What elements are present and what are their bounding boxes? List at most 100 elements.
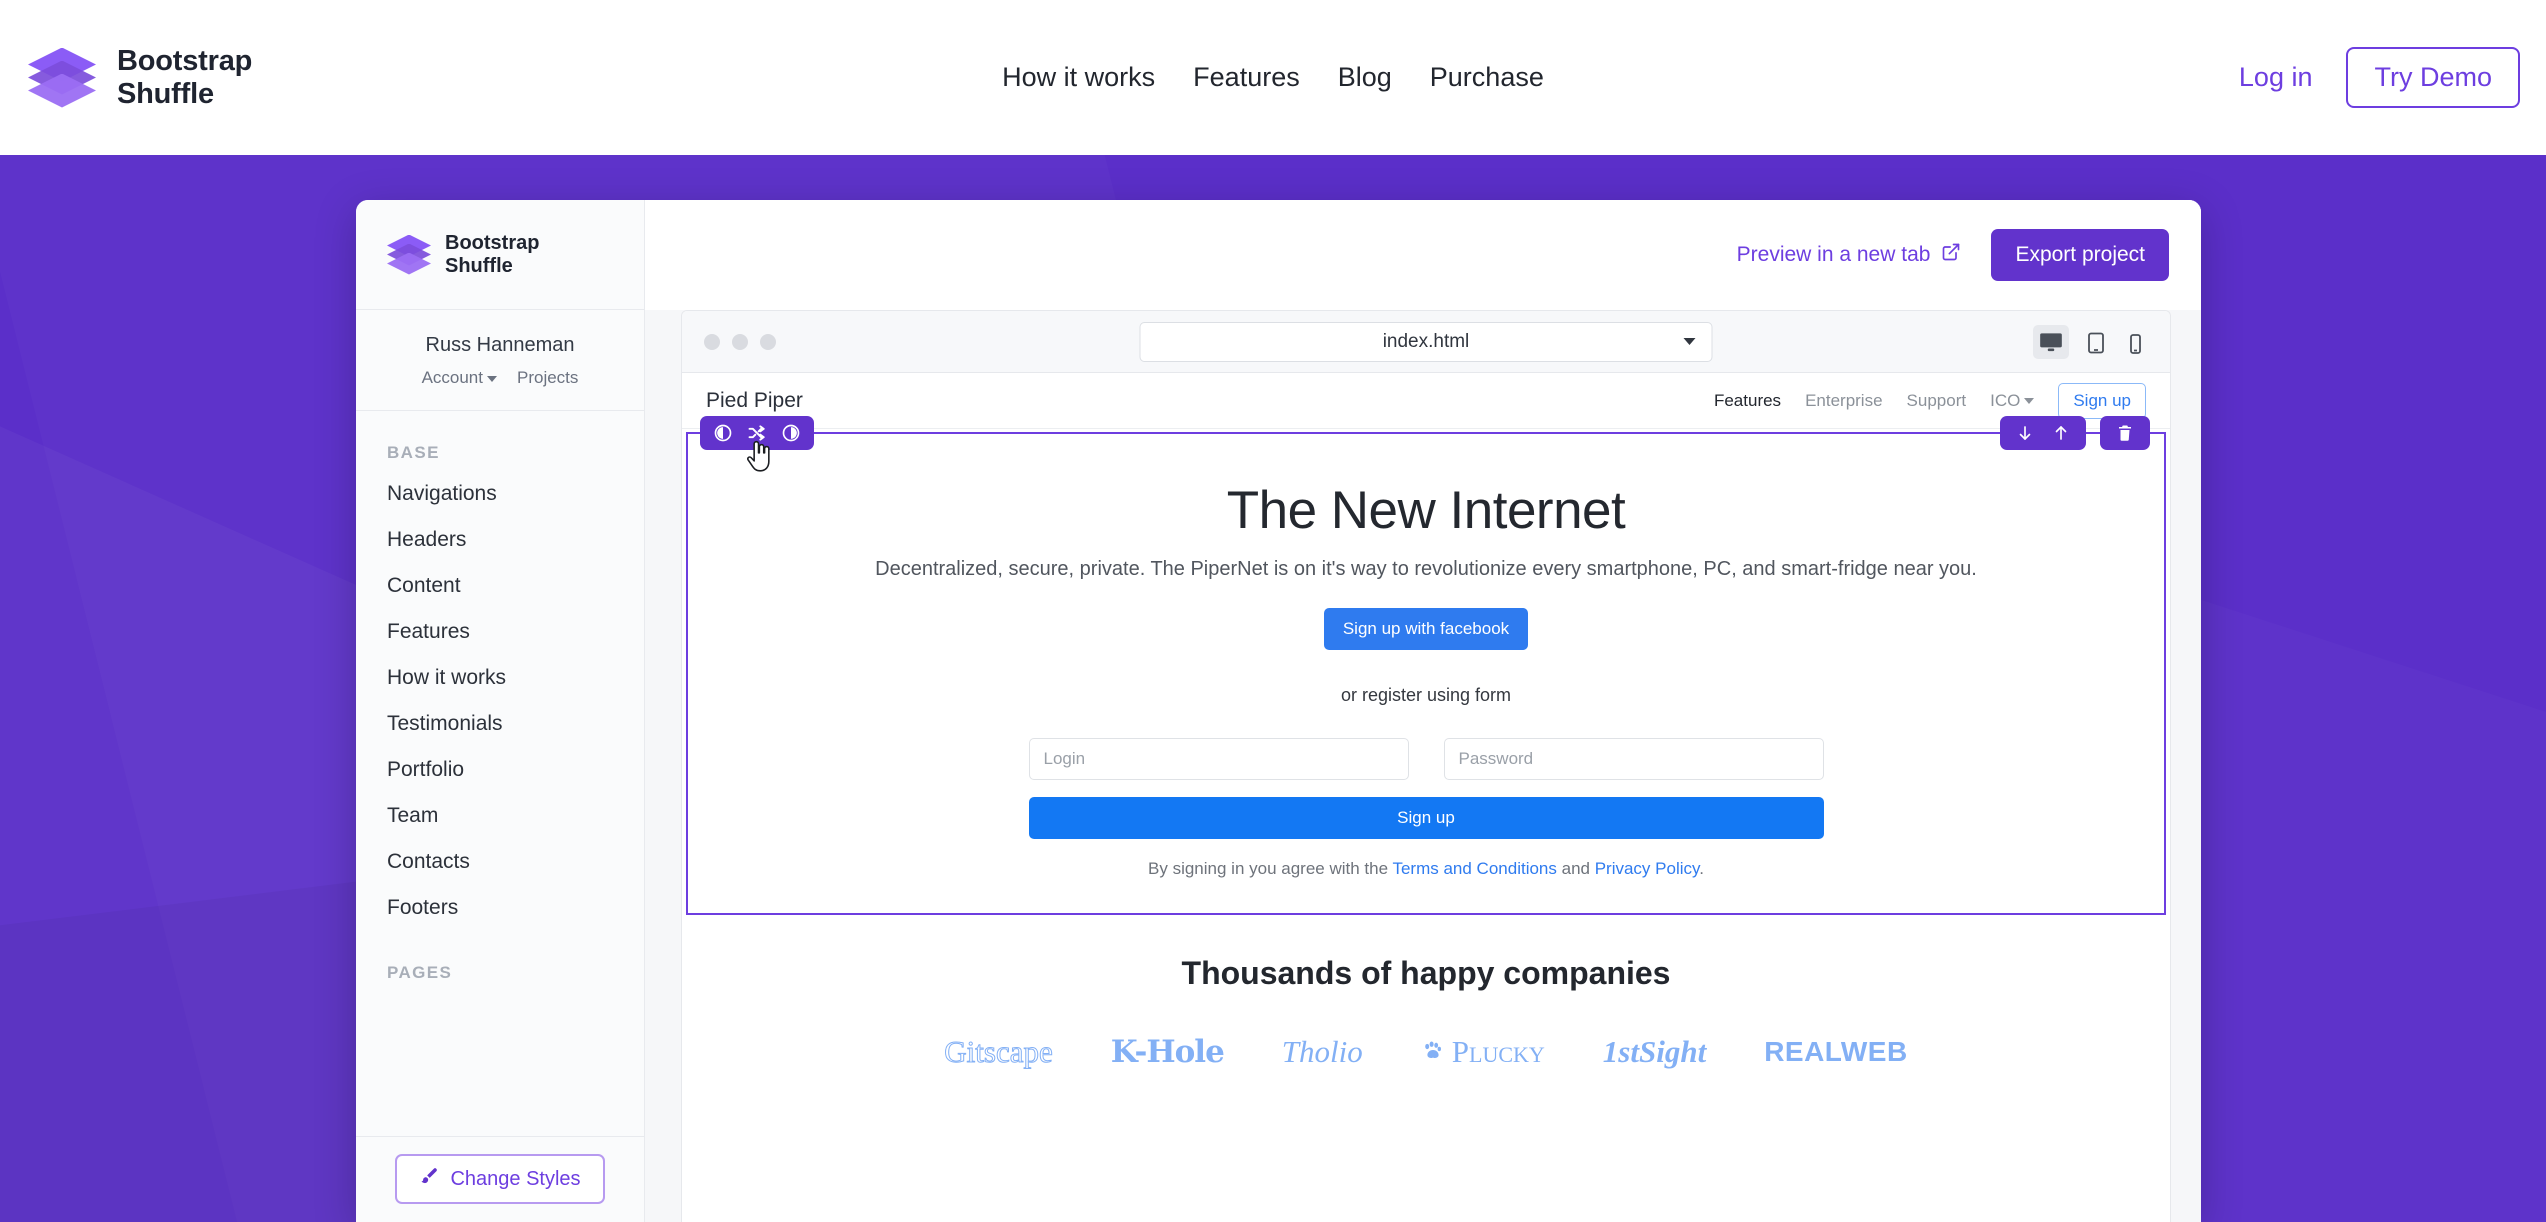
terms-prefix: By signing in you agree with the	[1148, 859, 1393, 878]
brand-line-2: Shuffle	[117, 77, 214, 110]
user-links: Account Projects	[356, 368, 644, 388]
export-project-button[interactable]: Export project	[1991, 229, 2169, 281]
file-name: index.html	[1382, 330, 1470, 352]
signup-form-fields	[688, 738, 2164, 780]
sidebar-item-contacts[interactable]: Contacts	[356, 839, 644, 885]
delete-button-group	[2100, 416, 2150, 450]
shuffle-icon[interactable]	[747, 423, 767, 443]
hero-block-selected[interactable]: The New Internet Decentralized, secure, …	[686, 416, 2166, 915]
refresh-circle-icon[interactable]	[781, 423, 801, 443]
sidebar-item-content[interactable]: Content	[356, 563, 644, 609]
device-mobile-button[interactable]	[2123, 329, 2148, 359]
company-logo-plucky-label: Plucky	[1451, 1034, 1545, 1069]
sidebar-item-footers[interactable]: Footers	[356, 885, 644, 931]
sidebar-section-base: BASE	[387, 443, 440, 462]
terms-suffix: .	[1699, 859, 1704, 878]
editor-canvas: index.html Pied Piper Features Enterpris…	[645, 310, 2201, 1222]
company-logo-tholio: Tholio	[1281, 1034, 1363, 1069]
file-select[interactable]: index.html	[1139, 321, 1713, 362]
password-input[interactable]	[1443, 738, 1824, 780]
nav-item-how-it-works[interactable]: How it works	[1002, 62, 1155, 93]
sidebar-item-team[interactable]: Team	[356, 793, 644, 839]
change-styles-button[interactable]: Change Styles	[395, 1154, 605, 1204]
site-brand[interactable]: Bootstrap Shuffle	[28, 44, 252, 112]
editor-area: Preview in a new tab Export project inde…	[645, 200, 2201, 1222]
preview-nav-links: Features Enterprise Support ICO Sign up	[1714, 382, 2146, 419]
login-link[interactable]: Log in	[2239, 62, 2313, 93]
purple-stage: Bootstrap Shuffle Russ Hanneman Account …	[0, 155, 2546, 1222]
hero-title: The New Internet	[1226, 481, 1626, 540]
preview-nav-ico[interactable]: ICO	[1990, 391, 2035, 411]
companies-section: Thousands of happy companies Gitscape K-…	[682, 915, 2170, 1070]
nav-item-blog[interactable]: Blog	[1338, 62, 1392, 93]
site-brand-text: Bootstrap Shuffle	[117, 45, 252, 110]
sidebar-brand-text: Bootstrap Shuffle	[445, 232, 539, 278]
terms-middle: and	[1556, 859, 1595, 878]
device-switcher	[2033, 324, 2148, 359]
header-actions: Log in Try Demo	[2239, 47, 2520, 108]
layers-stack-icon	[28, 44, 96, 112]
move-down-icon[interactable]	[2016, 423, 2034, 443]
or-register-text: or register using form	[1340, 685, 1512, 705]
preview-brand[interactable]: Pied Piper	[706, 389, 803, 413]
trash-icon[interactable]	[2116, 423, 2134, 443]
sidebar-item-portfolio[interactable]: Portfolio	[356, 747, 644, 793]
user-name: Russ Hanneman	[425, 334, 575, 356]
try-demo-button[interactable]: Try Demo	[2346, 47, 2520, 108]
company-logo-1stsight: 1stSight	[1602, 1034, 1707, 1069]
sidebar-brand[interactable]: Bootstrap Shuffle	[356, 200, 644, 310]
contrast-circle-icon[interactable]	[713, 423, 733, 443]
layers-stack-icon	[387, 233, 431, 277]
preview-nav-enterprise[interactable]: Enterprise	[1805, 391, 1882, 411]
editor-toolbar: Preview in a new tab Export project	[645, 200, 2201, 310]
terms-and-conditions-link[interactable]: Terms and Conditions	[1392, 859, 1556, 878]
sidebar-item-how-it-works[interactable]: How it works	[356, 655, 644, 701]
selection-toolbar-left	[700, 416, 814, 450]
sidebar-item-headers[interactable]: Headers	[356, 517, 644, 563]
move-buttons-group	[2000, 416, 2086, 450]
chevron-down-icon	[1683, 338, 1696, 345]
external-link-icon	[1941, 242, 1961, 268]
sidebar-brand-line-2: Shuffle	[445, 254, 513, 277]
preview-in-new-tab-link[interactable]: Preview in a new tab	[1737, 242, 1962, 268]
app-window: Bootstrap Shuffle Russ Hanneman Account …	[356, 200, 2201, 1222]
signup-with-facebook-button[interactable]: Sign up with facebook	[1323, 608, 1529, 650]
move-up-icon[interactable]	[2052, 423, 2070, 443]
device-desktop-button[interactable]	[2033, 324, 2069, 359]
privacy-policy-link[interactable]: Privacy Policy	[1595, 859, 1700, 878]
sidebar-item-navigations[interactable]: Navigations	[356, 471, 644, 517]
chevron-down-icon	[2024, 398, 2035, 405]
projects-link[interactable]: Projects	[517, 368, 578, 388]
window-dots	[704, 333, 776, 350]
hero-block-wrapper: The New Internet Decentralized, secure, …	[682, 416, 2170, 915]
brand-line-1: Bootstrap	[117, 45, 253, 78]
login-input[interactable]	[1028, 738, 1409, 780]
paw-icon	[1421, 1034, 1445, 1070]
company-logo-plucky: Plucky	[1421, 1034, 1545, 1070]
terms-text: By signing in you agree with the Terms a…	[688, 859, 2164, 879]
chevron-down-icon	[487, 375, 497, 382]
account-menu[interactable]: Account	[422, 368, 497, 388]
companies-title: Thousands of happy companies	[1181, 955, 1671, 991]
browser-toolbar: index.html	[682, 311, 2170, 373]
selection-toolbar-right	[2000, 416, 2150, 450]
sidebar-item-features[interactable]: Features	[356, 609, 644, 655]
preview-signup-button[interactable]: Sign up	[2058, 382, 2146, 419]
company-logo-realweb: REALWEB	[1764, 1036, 1908, 1067]
preview-nav-features[interactable]: Features	[1714, 391, 1781, 411]
site-nav: How it works Features Blog Purchase	[1002, 62, 1544, 93]
sidebar-brand-line-1: Bootstrap	[445, 231, 540, 254]
device-tablet-button[interactable]	[2081, 327, 2111, 359]
preview-label: Preview in a new tab	[1736, 243, 1931, 266]
preview-page: Pied Piper Features Enterprise Support I…	[682, 373, 2170, 1222]
browser-frame: index.html Pied Piper Features Enterpris…	[681, 310, 2171, 1222]
nav-item-purchase[interactable]: Purchase	[1430, 62, 1544, 93]
preview-nav-support[interactable]: Support	[1907, 391, 1967, 411]
company-logos: Gitscape K-Hole Tholio Plucky 1stSight R…	[682, 1034, 2170, 1071]
sidebar-item-testimonials[interactable]: Testimonials	[356, 701, 644, 747]
nav-item-features[interactable]: Features	[1193, 62, 1300, 93]
signup-submit-button[interactable]: Sign up	[1028, 797, 1824, 839]
change-styles-label: Change Styles	[450, 1167, 581, 1190]
preview-navbar: Pied Piper Features Enterprise Support I…	[682, 373, 2170, 429]
app-sidebar: Bootstrap Shuffle Russ Hanneman Account …	[356, 200, 645, 1222]
